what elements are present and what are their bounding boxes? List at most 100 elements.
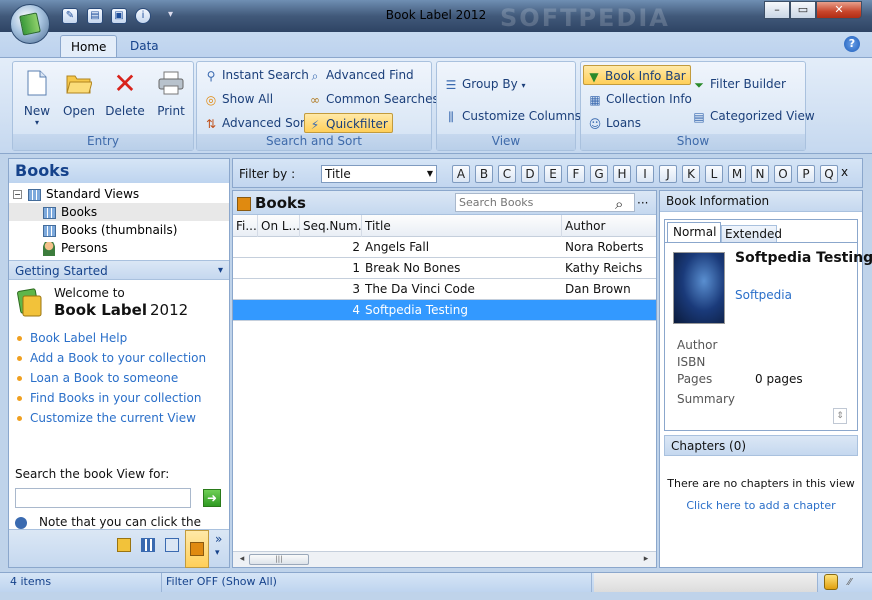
- filter-letter-button[interactable]: I: [636, 165, 654, 183]
- filter-letter-button[interactable]: C: [498, 165, 516, 183]
- quickfilter-button[interactable]: ⚡ Quickfilter: [304, 113, 393, 133]
- qat-info-icon[interactable]: i: [135, 8, 151, 24]
- filter-letter-button[interactable]: M: [728, 165, 746, 183]
- filter-letter-button[interactable]: L: [705, 165, 723, 183]
- maximize-button[interactable]: ▭: [790, 1, 816, 19]
- filter-letter-button[interactable]: Q: [820, 165, 838, 183]
- filter-builder-button[interactable]: ⏷ Filter Builder: [689, 74, 790, 94]
- filter-letter-button[interactable]: J: [659, 165, 677, 183]
- nav-books-button[interactable]: [185, 530, 209, 568]
- qat-new-icon[interactable]: ✎: [62, 8, 78, 24]
- qat-save-icon[interactable]: ▣: [111, 8, 127, 24]
- filter-letter-button[interactable]: H: [613, 165, 631, 183]
- filter-letter-button[interactable]: G: [590, 165, 608, 183]
- filter-letter-button[interactable]: O: [774, 165, 792, 183]
- link-loan-book[interactable]: Loan a Book to someone: [9, 368, 229, 388]
- filter-close-button[interactable]: x: [841, 165, 848, 179]
- minimize-button[interactable]: –: [764, 1, 790, 19]
- filter-letter-button[interactable]: D: [521, 165, 539, 183]
- col-header-seq[interactable]: Seq.Num...: [300, 215, 362, 237]
- link-help[interactable]: Book Label Help: [9, 328, 229, 348]
- customize-columns-button[interactable]: ⫼ Customize Columns: [441, 106, 585, 126]
- group-by-button[interactable]: ☰ Group By ▾: [441, 74, 530, 94]
- book-info-bar-button[interactable]: ▼ Book Info Bar: [583, 65, 691, 85]
- table-row-selected[interactable]: 4 Softpedia Testing: [233, 300, 656, 321]
- col-header-title[interactable]: Title: [362, 215, 562, 237]
- table-row[interactable]: 3 The Da Vinci Code Dan Brown: [233, 279, 656, 300]
- tab-normal[interactable]: Normal: [667, 222, 721, 242]
- grid-column-headers: Fi... On L... Seq.Num... Title Author: [233, 215, 656, 237]
- print-button[interactable]: Print: [149, 68, 193, 118]
- filter-field-select[interactable]: Title ▼: [321, 165, 437, 183]
- help-icon[interactable]: ?: [844, 36, 860, 52]
- tab-data[interactable]: Data: [120, 35, 169, 59]
- tree-item-books-thumbnails[interactable]: Books (thumbnails): [13, 221, 229, 239]
- filter-letter-button[interactable]: A: [452, 165, 470, 183]
- field-isbn-label: ISBN: [677, 355, 706, 369]
- grid-options-button[interactable]: ···: [637, 191, 648, 215]
- tree-item-books[interactable]: Books: [9, 203, 229, 221]
- search-icon[interactable]: ⌕: [615, 192, 623, 216]
- summary-scroll-icon[interactable]: ⇕: [833, 408, 847, 424]
- col-header-author[interactable]: Author: [562, 215, 656, 237]
- nav-overflow-icon[interactable]: »: [215, 532, 222, 546]
- show-all-button[interactable]: ◎ Show All: [201, 89, 277, 109]
- filter-label: Filter by :: [239, 167, 296, 181]
- close-button[interactable]: ✕: [816, 1, 862, 19]
- nav-folder-icon[interactable]: [117, 538, 131, 552]
- tab-home[interactable]: Home: [60, 35, 118, 59]
- link-customize-view[interactable]: Customize the current View: [9, 408, 229, 428]
- group-by-icon: ☰: [445, 77, 457, 92]
- scroll-thumb[interactable]: |||: [249, 554, 309, 565]
- search-view-input[interactable]: [15, 488, 191, 508]
- book-publisher-link[interactable]: Softpedia: [735, 288, 792, 302]
- tree-item-persons[interactable]: Persons: [13, 239, 229, 257]
- table-row[interactable]: 2 Angels Fall Nora Roberts: [233, 237, 656, 258]
- advanced-sort-button[interactable]: ⇅ Advanced Sort: [201, 113, 314, 133]
- ribbon-tab-row: Home Data ?: [0, 32, 872, 59]
- sort-icon: ⇅: [205, 116, 217, 131]
- link-find-books[interactable]: Find Books in your collection: [9, 388, 229, 408]
- delete-button[interactable]: ✕ Delete: [103, 66, 147, 119]
- status-progress: [594, 573, 818, 592]
- qat-customize-icon[interactable]: ▾: [168, 9, 173, 20]
- add-chapter-link[interactable]: Click here to add a chapter: [664, 499, 858, 512]
- col-header-on-loan[interactable]: On L...: [258, 215, 300, 237]
- col-header-fi[interactable]: Fi...: [233, 215, 258, 237]
- filter-letter-button[interactable]: K: [682, 165, 700, 183]
- app-menu-orb[interactable]: [10, 4, 50, 44]
- tab-extended[interactable]: Extended: [721, 225, 782, 243]
- nav-chart-icon[interactable]: [141, 538, 155, 552]
- scroll-right-icon[interactable]: ▸: [639, 553, 653, 566]
- delete-x-icon: ✕: [113, 66, 137, 100]
- collapse-icon[interactable]: −: [13, 190, 22, 199]
- filter-letter-button[interactable]: P: [797, 165, 815, 183]
- resize-grip-icon[interactable]: ⁄⁄: [848, 574, 866, 592]
- advanced-find-button[interactable]: ⌕ Advanced Find: [305, 65, 418, 85]
- new-button[interactable]: New ▾: [15, 68, 59, 127]
- table-row[interactable]: 1 Break No Bones Kathy Reichs: [233, 258, 656, 279]
- grid-search-input[interactable]: [455, 193, 635, 212]
- instant-search-button[interactable]: ⚲ Instant Search: [201, 65, 313, 85]
- group-title-show: Show: [581, 134, 805, 150]
- categorized-view-button[interactable]: ▤ Categorized View: [689, 106, 819, 126]
- getting-started-header[interactable]: Getting Started ▾: [9, 260, 229, 280]
- getting-started-toggle-icon[interactable]: ▾: [218, 261, 223, 281]
- filter-letter-button[interactable]: F: [567, 165, 585, 183]
- scroll-left-icon[interactable]: ◂: [235, 553, 249, 566]
- welcome-app-year: 2012: [150, 301, 189, 319]
- tree-root-standard-views[interactable]: − Standard Views: [13, 185, 229, 203]
- common-searches-button[interactable]: ∞ Common Searches: [305, 89, 443, 109]
- qat-open-icon[interactable]: ▤: [87, 8, 103, 24]
- open-button[interactable]: Open: [57, 68, 101, 118]
- collection-info-button[interactable]: ▦ Collection Info: [585, 89, 696, 109]
- filter-letter-button[interactable]: B: [475, 165, 493, 183]
- nav-overflow-down-icon[interactable]: ▾: [215, 548, 220, 558]
- search-go-button[interactable]: ➜: [203, 489, 221, 507]
- filter-letter-button[interactable]: N: [751, 165, 769, 183]
- horizontal-scrollbar[interactable]: ◂ ||| ▸: [233, 551, 656, 567]
- filter-letter-button[interactable]: E: [544, 165, 562, 183]
- loans-button[interactable]: ☺ Loans: [585, 113, 645, 133]
- nav-card-icon[interactable]: [165, 538, 179, 552]
- link-add-book[interactable]: Add a Book to your collection: [9, 348, 229, 368]
